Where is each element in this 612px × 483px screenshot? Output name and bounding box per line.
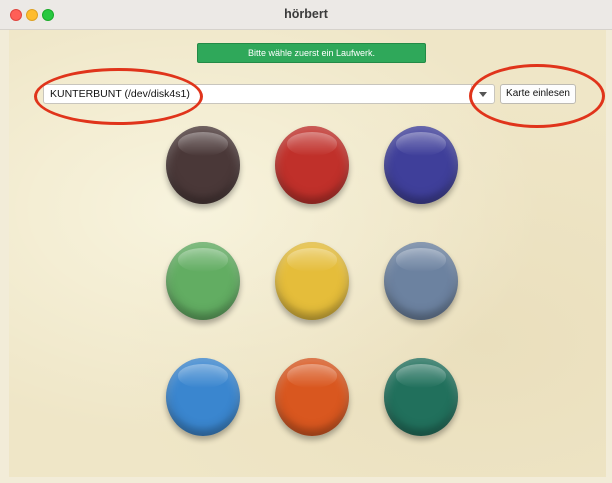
window-title: hörbert	[284, 7, 328, 21]
disc-dark-brown[interactable]	[166, 126, 240, 204]
disc-yellow[interactable]	[275, 242, 349, 320]
status-banner: Bitte wähle zuerst ein Laufwerk.	[197, 43, 426, 63]
disc-red[interactable]	[275, 126, 349, 204]
disc-orange[interactable]	[275, 358, 349, 436]
read-card-button[interactable]: Karte einlesen	[500, 84, 576, 104]
disc-indigo[interactable]	[384, 126, 458, 204]
disc-slate-blue[interactable]	[384, 242, 458, 320]
chevron-down-icon[interactable]	[471, 85, 494, 103]
title-bar: hörbert	[0, 0, 612, 30]
app-window: hörbert Bitte wähle zuerst ein Laufwerk.…	[0, 0, 612, 483]
disc-teal[interactable]	[384, 358, 458, 436]
disc-blue[interactable]	[166, 358, 240, 436]
drive-select[interactable]: KUNTERBUNT (/dev/disk4s1)	[43, 84, 495, 104]
drive-select-value: KUNTERBUNT (/dev/disk4s1)	[50, 88, 190, 100]
disc-green[interactable]	[166, 242, 240, 320]
